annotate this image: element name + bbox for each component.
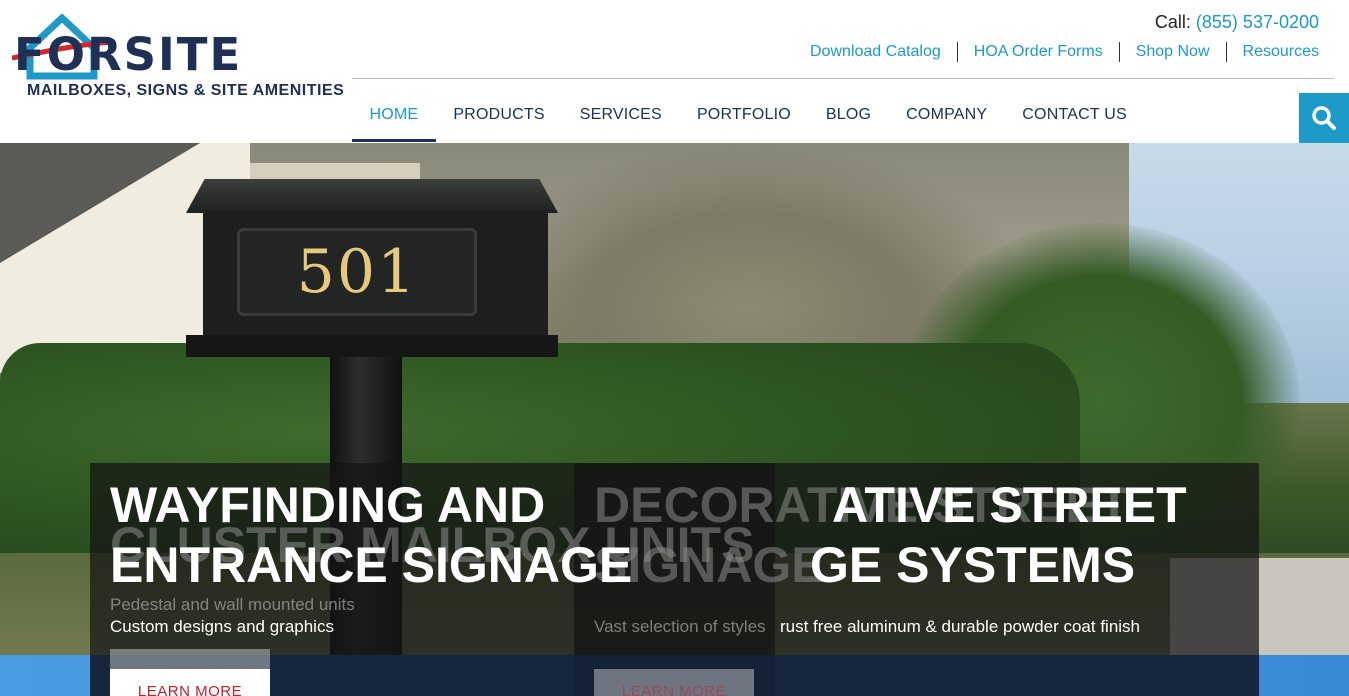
forsite-logo[interactable]: FORSITE MAILBOXES, SIGNS & SITE AMENITIE… [12,14,344,104]
call-label: Call: [1154,12,1191,32]
slide-right-ghost-sub: Vast selection of styles [594,617,766,636]
slide-left-learn-more-button[interactable]: LEARN MORE [110,669,270,696]
nav-contact-us[interactable]: CONTACT US [1005,89,1145,143]
nav-products[interactable]: PRODUCTS [436,89,562,143]
mailbox-address-plate: 501 [237,228,477,316]
shop-now-link[interactable]: Shop Now [1118,42,1226,62]
header-divider [352,78,1334,79]
slide-left-ghost-sub: Pedestal and wall mounted units [110,595,355,614]
main-nav: HOME PRODUCTS SERVICES PORTFOLIO BLOG CO… [352,89,1144,143]
slide-left-sub: Custom designs and graphics [110,617,334,636]
hero-slider: 501 DECORATIVE STREET SIGNAGE ATIVE STRE… [0,143,1349,696]
nav-portfolio[interactable]: PORTFOLIO [679,89,808,143]
hoa-order-forms-link[interactable]: HOA Order Forms [956,42,1119,62]
nav-services[interactable]: SERVICES [562,89,679,143]
logo-tagline: MAILBOXES, SIGNS & SITE AMENITIES [27,82,345,99]
phone-link[interactable]: (855) 537-0200 [1196,12,1319,32]
download-catalog-link[interactable]: Download Catalog [794,42,957,62]
slide-right-title-2: GE SYSTEMS [810,537,1136,593]
hero-house-roof [0,143,200,263]
call-info: Call: (855) 537-0200 [1155,12,1319,33]
slide-right-learn-more-button[interactable]: LEARN MORE [594,669,754,696]
nav-home[interactable]: HOME [352,89,436,143]
mailbox-number: 501 [296,237,418,307]
resources-link[interactable]: Resources [1225,42,1319,62]
search-button[interactable] [1299,93,1349,143]
slide-right-title-1: ATIVE STREET [832,477,1187,533]
slide-left-button-ghost [110,649,270,669]
nav-blog[interactable]: BLOG [808,89,888,143]
mailbox-base [186,335,558,357]
utility-links: Download Catalog HOA Order Forms Shop No… [794,42,1319,62]
search-icon [1312,106,1336,130]
nav-company[interactable]: COMPANY [889,89,1005,143]
logo-wordmark: FORSITE [14,28,243,81]
slide-left-title-1: WAYFINDING AND [110,477,546,533]
mailbox-roof [186,179,558,213]
slide-right-sub: rust free aluminum & durable powder coat… [780,617,1141,636]
slide-left-title-2: ENTRANCE SIGNAGE [110,537,633,593]
site-header: FORSITE MAILBOXES, SIGNS & SITE AMENITIE… [0,0,1349,143]
